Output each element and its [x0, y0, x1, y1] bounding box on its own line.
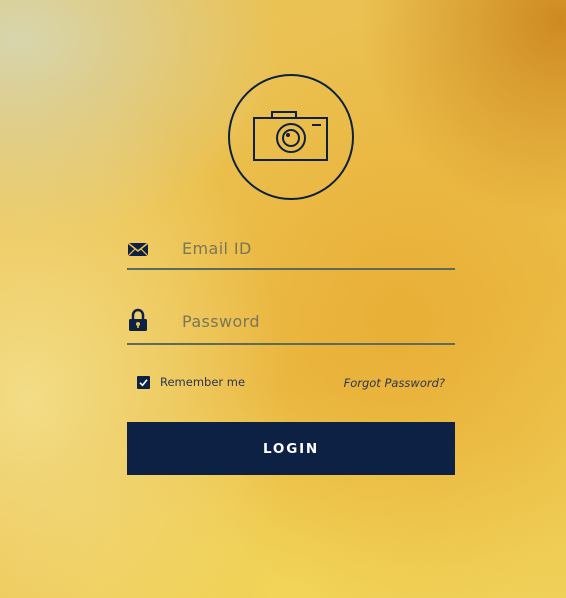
check-icon — [139, 378, 148, 386]
login-button[interactable]: LOGIN — [127, 422, 455, 475]
remember-label: Remember me — [160, 375, 246, 389]
remember-me[interactable]: Remember me — [137, 375, 245, 389]
forgot-password-link[interactable]: Forgot Password? — [344, 376, 445, 390]
remember-checkbox[interactable] — [137, 375, 150, 389]
email-field — [127, 228, 455, 270]
envelope-icon — [127, 238, 149, 260]
email-input[interactable] — [182, 236, 442, 260]
camera-icon — [228, 74, 354, 200]
password-input[interactable] — [182, 309, 442, 333]
camera-logo — [228, 74, 354, 200]
lock-icon — [127, 308, 149, 331]
password-field — [127, 300, 455, 345]
